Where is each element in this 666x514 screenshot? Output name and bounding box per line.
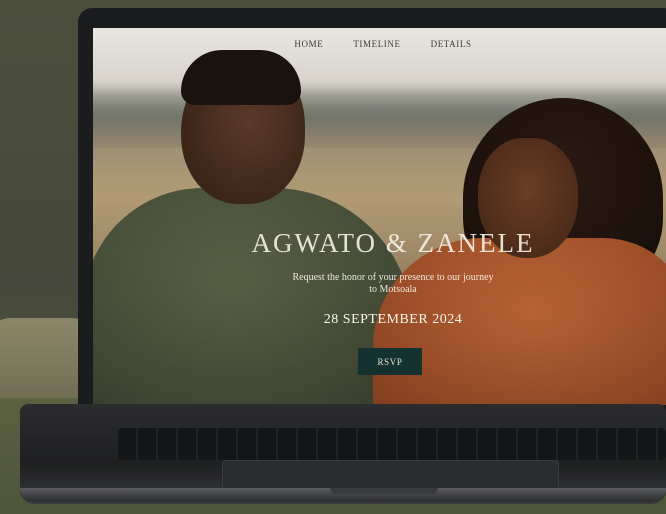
wedding-date: 28 SEPTEMBER 2024 (323, 312, 463, 327)
website-screen: HOME TIMELINE DETAILS AGWATO & ZANELE Re… (93, 28, 666, 405)
nav-timeline[interactable]: TIMELINE (353, 39, 400, 53)
rsvp-button[interactable]: RSVP (358, 348, 422, 375)
top-nav: HOME TIMELINE DETAILS (93, 39, 666, 53)
nav-home[interactable]: HOME (294, 39, 323, 53)
laptop-keyboard (118, 428, 666, 460)
invitation-tagline: Request the honor of your presence to ou… (292, 272, 494, 295)
couple-names: AGWATO & ZANELE (251, 228, 535, 258)
nav-details[interactable]: DETAILS (431, 39, 472, 53)
laptop-notch (330, 488, 438, 494)
